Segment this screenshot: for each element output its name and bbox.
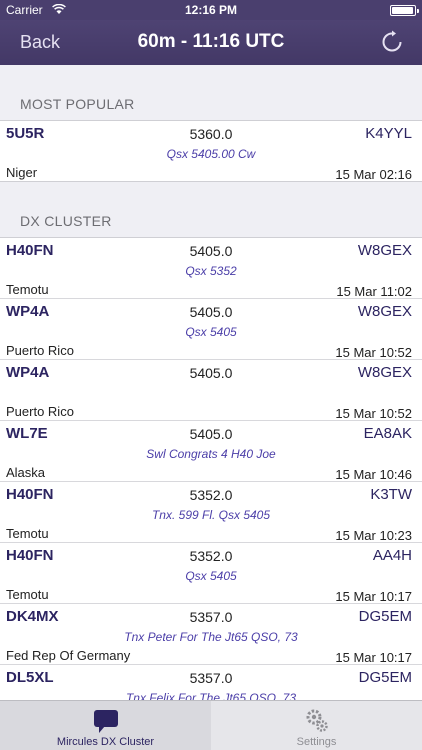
spotter-callsign: DG5EM: [358, 608, 412, 625]
spot-row[interactable]: H40FN 5352.0 K3TW Tnx. 599 Fl. Qsx 5405 …: [0, 482, 422, 543]
clock: 12:16 PM: [184, 3, 238, 17]
spot-comment: Qsx 5405.00 Cw: [166, 147, 256, 161]
spot-time: 15 Mar 10:52: [335, 345, 412, 360]
spot-row[interactable]: DK4MX 5357.0 DG5EM Tnx Peter For The Jt6…: [0, 604, 422, 665]
country: Temotu: [6, 587, 49, 602]
country: Puerto Rico: [6, 404, 74, 419]
spot-comment: Tnx. 599 Fl. Qsx 5405: [151, 508, 271, 522]
spotter-callsign: W8GEX: [357, 364, 412, 381]
country: Alaska: [6, 465, 46, 480]
spotter-callsign: W8GEX: [357, 242, 412, 259]
navigation-bar: Back 60m - 11:16 UTC: [0, 20, 422, 65]
spot-comment: Qsx 5352: [185, 264, 237, 278]
country: Puerto Rico: [6, 343, 74, 358]
section-header-cluster: DX CLUSTER: [0, 182, 422, 238]
frequency: 5352.0: [189, 548, 233, 564]
battery-icon: [390, 5, 419, 16]
spot-comment: Tnx Felix For The Jt65 QSO, 73: [125, 691, 297, 700]
spot-row[interactable]: WP4A 5405.0 W8GEX Qsx 5405 Puerto Rico 1…: [0, 299, 422, 360]
page-title: 60m - 11:16 UTC: [137, 31, 285, 52]
spot-comment: Tnx Peter For The Jt65 QSO, 73: [124, 630, 298, 644]
spotter-callsign: AA4H: [372, 547, 412, 564]
tab-settings[interactable]: Settings: [211, 701, 422, 750]
spot-list[interactable]: MOST POPULAR 5U5R 5360.0 K4YYL Qsx 5405.…: [0, 65, 422, 700]
refresh-icon[interactable]: [380, 30, 404, 54]
spotter-callsign: K3TW: [370, 486, 412, 503]
country: Temotu: [6, 526, 49, 541]
spot-row[interactable]: 5U5R 5360.0 K4YYL Qsx 5405.00 Cw Niger 1…: [0, 121, 422, 182]
spot-time: 15 Mar 10:23: [335, 528, 412, 543]
frequency: 5360.0: [189, 126, 233, 142]
section-title: MOST POPULAR: [20, 96, 135, 112]
spotter-callsign: K4YYL: [365, 125, 412, 142]
country: Temotu: [6, 282, 49, 297]
spot-comment: Qsx 5405: [185, 325, 237, 339]
section-title: DX CLUSTER: [20, 213, 112, 229]
gears-icon: [306, 709, 328, 732]
status-bar: Carrier 12:16 PM: [0, 0, 422, 20]
spot-row[interactable]: H40FN 5405.0 W8GEX Qsx 5352 Temotu 15 Ma…: [0, 238, 422, 299]
tab-label: Settings: [296, 736, 337, 748]
tab-label: Mircules DX Cluster: [56, 736, 155, 748]
spot-row[interactable]: WP4A 5405.0 W8GEX Puerto Rico 15 Mar 10:…: [0, 360, 422, 421]
spot-comment: Qsx 5405: [185, 569, 237, 583]
tab-dx-cluster[interactable]: Mircules DX Cluster: [0, 701, 211, 750]
spot-comment: Swl Congrats 4 H40 Joe: [146, 447, 276, 461]
spot-row[interactable]: WL7E 5405.0 EA8AK Swl Congrats 4 H40 Joe…: [0, 421, 422, 482]
country: Niger: [6, 165, 38, 180]
chat-bubble-icon: [93, 710, 118, 733]
spot-time: 15 Mar 10:17: [335, 589, 412, 604]
spot-time: 15 Mar 02:16: [335, 167, 412, 182]
country: Fed Rep Of Germany: [6, 648, 131, 663]
section-header-popular: MOST POPULAR: [0, 65, 422, 121]
spot-row[interactable]: H40FN 5352.0 AA4H Qsx 5405 Temotu 15 Mar…: [0, 543, 422, 604]
spot-time: 15 Mar 10:52: [335, 406, 412, 421]
spot-time: 15 Mar 11:02: [336, 284, 412, 299]
tab-bar: Mircules DX Cluster Settings: [0, 700, 422, 750]
spotter-callsign: EA8AK: [363, 425, 412, 442]
frequency: 5405.0: [189, 426, 233, 442]
spot-row[interactable]: DL5XL 5357.0 DG5EM Tnx Felix For The Jt6…: [0, 665, 422, 700]
spotter-callsign: W8GEX: [357, 303, 412, 320]
frequency: 5352.0: [189, 487, 233, 503]
spot-time: 15 Mar 10:46: [335, 467, 412, 482]
spotter-callsign: DG5EM: [358, 669, 412, 686]
spot-time: 15 Mar 10:17: [335, 650, 412, 665]
